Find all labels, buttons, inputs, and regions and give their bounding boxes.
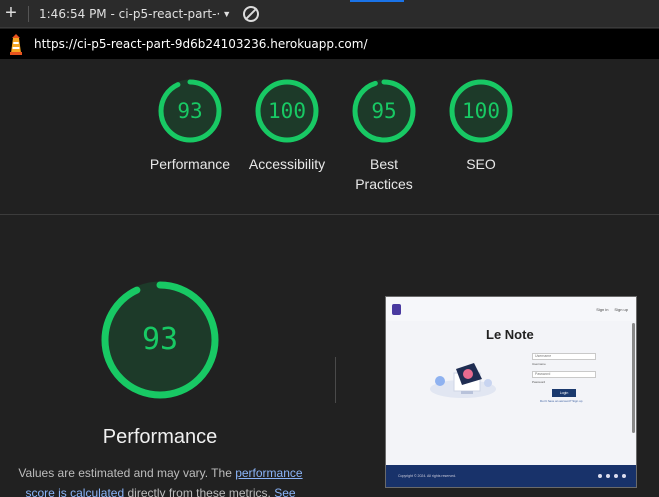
gauge-score: 100 xyxy=(462,99,500,123)
toolbar-separator xyxy=(28,5,29,22)
section-divider xyxy=(0,214,659,215)
thumb-password-label: Password xyxy=(532,380,546,384)
thumb-social-icons xyxy=(598,474,626,478)
gauge-label: Best Practices xyxy=(355,156,413,192)
lighthouse-icon xyxy=(7,33,25,55)
gauge-label: SEO xyxy=(466,156,496,172)
gauge-label: Performance xyxy=(149,156,231,172)
thumb-signup: Sign up xyxy=(614,306,628,312)
devtools-toolbar: + 1:46:54 PM - ci-p5-react-part-· ▼ xyxy=(0,0,659,28)
thumb-footer-copyright: Copyright © 2024. All rights reserved. xyxy=(398,474,457,478)
app-logo xyxy=(392,303,401,315)
gauge-label: Accessibility xyxy=(248,156,326,172)
thumb-navbar: Sign in Sign up xyxy=(386,297,636,321)
login-illustration xyxy=(428,359,498,399)
block-icon[interactable] xyxy=(243,5,260,22)
twitter-icon xyxy=(606,474,610,478)
thumb-login-form: Username Username Password Password Logi… xyxy=(532,353,600,403)
thumb-password-field: Password xyxy=(532,371,596,378)
gauge-performance[interactable]: 93 Performance xyxy=(140,78,240,174)
thumb-scrollbar xyxy=(632,323,635,433)
gauge-score: 100 xyxy=(268,99,306,123)
report-url[interactable]: https://ci-p5-react-part-9d6b24103236.he… xyxy=(34,37,368,51)
vertical-divider xyxy=(335,357,336,403)
gauge-best-practices[interactable]: 95 Best Practices xyxy=(334,78,434,194)
thumb-nav-links: Sign in Sign up xyxy=(596,307,628,312)
thumb-username-field: Username xyxy=(532,353,596,360)
thumb-signup-prompt: Don't have an account? Sign up xyxy=(540,399,583,403)
thumb-login-button: Login xyxy=(552,389,576,397)
thumb-signin: Sign in xyxy=(596,306,609,312)
report-session-select[interactable]: 1:46:54 PM - ci-p5-react-part-· xyxy=(39,7,220,21)
plus-icon[interactable]: + xyxy=(0,0,22,28)
gauge-score: 93 xyxy=(177,99,203,123)
see-link[interactable]: See xyxy=(274,486,295,497)
thumb-username-label: Username xyxy=(532,362,546,366)
performance-gauge-large: 93 xyxy=(100,280,220,400)
performance-title: Performance xyxy=(102,426,218,448)
final-screenshot[interactable]: Sign in Sign up Le Note Username Usernam… xyxy=(385,296,637,488)
gauge-seo[interactable]: 100 SEO xyxy=(431,78,531,174)
facebook-icon xyxy=(598,474,602,478)
linkedin-icon xyxy=(622,474,626,478)
thumb-app-title: Le Note xyxy=(486,327,534,342)
pinterest-icon xyxy=(614,474,618,478)
performance-description: Values are estimated and may vary. The p… xyxy=(8,463,313,497)
report-url-bar: https://ci-p5-react-part-9d6b24103236.he… xyxy=(0,29,659,59)
desc-text: directly from these metrics. xyxy=(124,486,275,497)
score-gauges: 93 Performance 100 Accessibility 95 Best… xyxy=(0,78,659,198)
thumb-footer: Copyright © 2024. All rights reserved. xyxy=(386,465,636,487)
desc-text: Values are estimated and may vary. The xyxy=(18,466,236,480)
active-tab-indicator xyxy=(350,0,404,2)
gauge-score: 95 xyxy=(371,99,397,123)
gauge-accessibility[interactable]: 100 Accessibility xyxy=(237,78,337,174)
chevron-down-icon[interactable]: ▼ xyxy=(222,9,231,19)
performance-score: 93 xyxy=(141,322,179,357)
